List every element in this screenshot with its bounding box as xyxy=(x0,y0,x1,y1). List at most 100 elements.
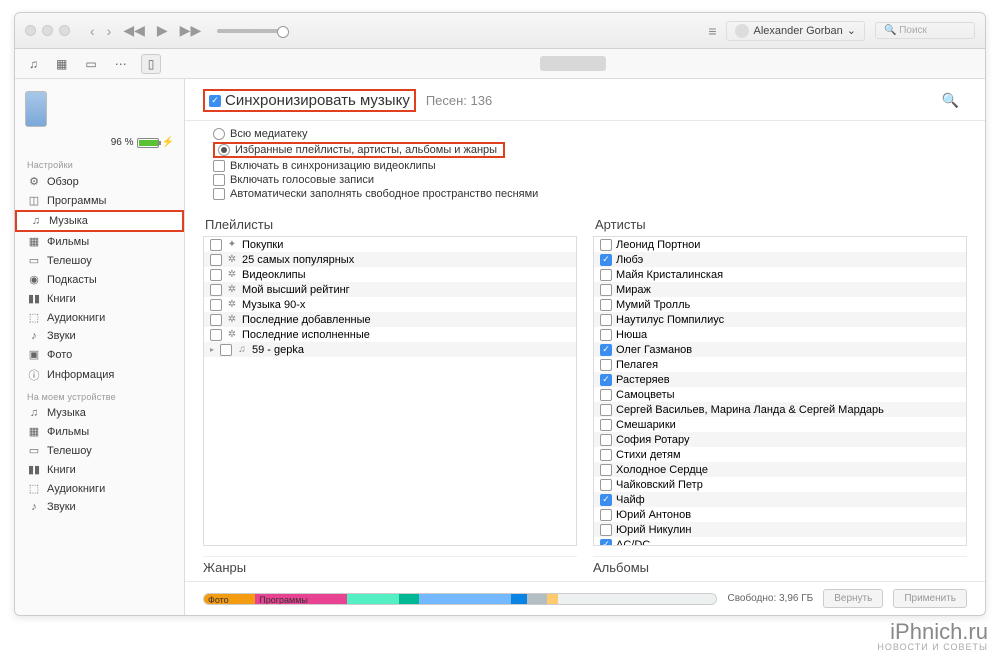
sidebar-item[interactable]: ◉Подкасты xyxy=(15,270,184,289)
sidebar-item[interactable]: ⬚Аудиокниги xyxy=(15,308,184,327)
next-track-icon[interactable]: ▶▶ xyxy=(178,22,204,39)
disclosure-icon[interactable]: ▸ xyxy=(210,345,214,354)
artist-row[interactable]: Мираж xyxy=(594,282,966,297)
sidebar-item[interactable]: ▣Фото xyxy=(15,345,184,364)
chk-videoclips[interactable] xyxy=(213,160,225,172)
sidebar-item[interactable]: ♪Звуки xyxy=(15,327,184,345)
sidebar-item[interactable]: ⚙Обзор xyxy=(15,172,184,191)
revert-button[interactable]: Вернуть xyxy=(823,589,883,608)
device-button[interactable]: ▯ xyxy=(141,54,162,74)
artist-row[interactable]: Юрий Никулин xyxy=(594,522,966,537)
artist-checkbox[interactable] xyxy=(600,404,612,416)
artist-checkbox[interactable] xyxy=(600,509,612,521)
sidebar-item[interactable]: ⓘИнформация xyxy=(15,364,184,386)
playlist-row[interactable]: ✦Покупки xyxy=(204,237,576,252)
playlist-checkbox[interactable] xyxy=(210,314,222,326)
music-tab-icon[interactable]: ♫ xyxy=(25,55,42,73)
artist-row[interactable]: Смешарики xyxy=(594,417,966,432)
artist-row[interactable]: Нюша xyxy=(594,327,966,342)
playlist-checkbox[interactable] xyxy=(210,284,222,296)
artist-checkbox[interactable] xyxy=(600,479,612,491)
sidebar-item[interactable]: ▦Фильмы xyxy=(15,422,184,441)
artist-row[interactable]: Стихи детям xyxy=(594,447,966,462)
artist-checkbox[interactable] xyxy=(600,524,612,536)
playlist-row[interactable]: ▸♫59 - gepka xyxy=(204,342,576,357)
artist-checkbox[interactable] xyxy=(600,359,612,371)
artist-row[interactable]: Юрий Антонов xyxy=(594,507,966,522)
artist-row[interactable]: ✓Чайф xyxy=(594,492,966,507)
playlist-row[interactable]: ✲Последние добавленные xyxy=(204,312,576,327)
tv-tab-icon[interactable]: ▭ xyxy=(81,55,100,73)
playlist-checkbox[interactable] xyxy=(210,239,222,251)
artist-row[interactable]: ✓Растеряев xyxy=(594,372,966,387)
search-input[interactable]: 🔍 Поиск xyxy=(875,22,975,39)
sidebar-item[interactable]: ♪Звуки xyxy=(15,498,184,516)
artist-checkbox[interactable] xyxy=(600,449,612,461)
artist-checkbox[interactable]: ✓ xyxy=(600,254,612,266)
sidebar-item[interactable]: ▭Телешоу xyxy=(15,441,184,460)
more-tab-icon[interactable]: ⋯ xyxy=(111,55,131,73)
apply-button[interactable]: Применить xyxy=(893,589,967,608)
sidebar-item[interactable]: ♫Музыка xyxy=(15,404,184,422)
back-button[interactable]: ‹ xyxy=(88,23,97,39)
artist-row[interactable]: Пелагея xyxy=(594,357,966,372)
artist-row[interactable]: Сергей Васильев, Марина Ланда & Сергей М… xyxy=(594,402,966,417)
list-view-icon[interactable]: ≡ xyxy=(708,23,716,39)
filter-search-icon[interactable]: 🔍 xyxy=(942,92,967,109)
artist-row[interactable]: Леонид Портнои xyxy=(594,237,966,252)
artist-checkbox[interactable] xyxy=(600,419,612,431)
artist-row[interactable]: ✓Олег Газманов xyxy=(594,342,966,357)
artist-checkbox[interactable] xyxy=(600,434,612,446)
playlist-row[interactable]: ✲Мой высший рейтинг xyxy=(204,282,576,297)
artist-checkbox[interactable] xyxy=(600,389,612,401)
artist-row[interactable]: ✓AC/DC xyxy=(594,537,966,546)
account-badge[interactable]: Alexander Gorban ⌄ xyxy=(726,21,865,41)
artist-checkbox[interactable] xyxy=(600,464,612,476)
artist-row[interactable]: София Ротару xyxy=(594,432,966,447)
sidebar-item[interactable]: ▭Телешоу xyxy=(15,251,184,270)
playlist-checkbox[interactable] xyxy=(210,269,222,281)
artist-checkbox[interactable]: ✓ xyxy=(600,374,612,386)
artist-checkbox[interactable]: ✓ xyxy=(600,539,612,547)
sync-music-checkbox-wrap[interactable]: ✓ Синхронизировать музыку xyxy=(203,89,416,112)
artist-row[interactable]: Мумий Тролль xyxy=(594,297,966,312)
radio-all-library[interactable] xyxy=(213,128,225,140)
playlist-checkbox[interactable] xyxy=(210,254,222,266)
artist-checkbox[interactable]: ✓ xyxy=(600,494,612,506)
artist-row[interactable]: Чайковский Петр xyxy=(594,477,966,492)
forward-button[interactable]: › xyxy=(105,23,114,39)
artist-row[interactable]: Майя Кристалинская xyxy=(594,267,966,282)
artist-checkbox[interactable] xyxy=(600,329,612,341)
radio-selected-items[interactable] xyxy=(218,144,230,156)
play-icon[interactable]: ▶ xyxy=(155,22,170,39)
artist-checkbox[interactable] xyxy=(600,314,612,326)
artist-checkbox[interactable] xyxy=(600,269,612,281)
sync-music-checkbox[interactable]: ✓ xyxy=(209,95,221,107)
sidebar-item[interactable]: ◫Программы xyxy=(15,191,184,210)
movies-tab-icon[interactable]: ▦ xyxy=(52,55,71,73)
artist-checkbox[interactable] xyxy=(600,284,612,296)
artist-checkbox[interactable] xyxy=(600,239,612,251)
chk-autofill[interactable] xyxy=(213,188,225,200)
sidebar-item[interactable]: ▮▮Книги xyxy=(15,460,184,479)
playlist-row[interactable]: ✲Музыка 90-х xyxy=(204,297,576,312)
playlist-checkbox[interactable] xyxy=(220,344,232,356)
artist-checkbox[interactable] xyxy=(600,299,612,311)
playlists-list[interactable]: ✦Покупки✲25 самых популярных✲Видеоклипы✲… xyxy=(203,236,577,546)
volume-slider[interactable] xyxy=(217,29,287,33)
playlist-row[interactable]: ✲Последние исполненные xyxy=(204,327,576,342)
artist-row[interactable]: Холодное Сердце xyxy=(594,462,966,477)
window-controls[interactable] xyxy=(25,25,70,36)
playlist-row[interactable]: ✲25 самых популярных xyxy=(204,252,576,267)
artist-row[interactable]: Наутилус Помпилиус xyxy=(594,312,966,327)
artists-list[interactable]: Леонид Портнои✓ЛюбэМайя КристалинскаяМир… xyxy=(593,236,967,546)
playlist-checkbox[interactable] xyxy=(210,299,222,311)
prev-track-icon[interactable]: ◀◀ xyxy=(121,22,147,39)
chk-voice-memos[interactable] xyxy=(213,174,225,186)
sidebar-item[interactable]: ▦Фильмы xyxy=(15,232,184,251)
artist-row[interactable]: ✓Любэ xyxy=(594,252,966,267)
device-info[interactable] xyxy=(15,87,184,137)
playlist-row[interactable]: ✲Видеоклипы xyxy=(204,267,576,282)
playlist-checkbox[interactable] xyxy=(210,329,222,341)
artist-row[interactable]: Самоцветы xyxy=(594,387,966,402)
